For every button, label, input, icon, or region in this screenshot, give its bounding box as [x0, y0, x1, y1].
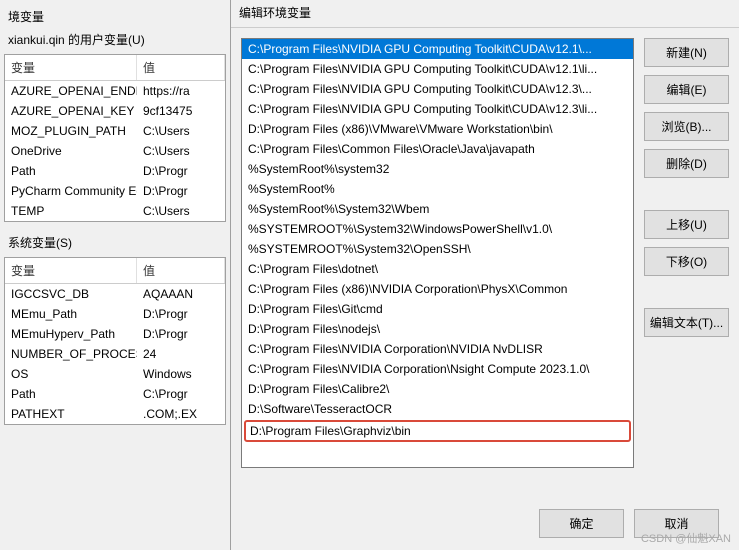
var-name: Path [5, 161, 137, 181]
watermark-text: CSDN @仙魁XAN [641, 530, 731, 546]
sys-vars-table[interactable]: 变量 值 IGCCSVC_DBAQAAANMEmu_PathD:\ProgrME… [4, 257, 226, 425]
header-variable: 变量 [5, 55, 137, 80]
path-entry[interactable]: D:\Software\TesseractOCR [242, 399, 633, 419]
var-value: .COM;.EX [137, 404, 225, 424]
path-entry[interactable]: C:\Program Files\NVIDIA GPU Computing To… [242, 99, 633, 119]
header-value: 值 [137, 55, 225, 80]
var-value: Windows [137, 364, 225, 384]
path-entry[interactable]: %SYSTEMROOT%\System32\OpenSSH\ [242, 239, 633, 259]
header-value: 值 [137, 258, 225, 283]
var-name: PATHEXT [5, 404, 137, 424]
edit-dialog-title: 编辑环境变量 [231, 4, 739, 28]
var-name: MEmuHyperv_Path [5, 324, 137, 344]
var-value: D:\Progr [137, 181, 225, 201]
path-entry[interactable]: D:\Program Files\Git\cmd [242, 299, 633, 319]
header-variable: 变量 [5, 258, 137, 283]
var-value: 9cf13475 [137, 101, 225, 121]
var-name: AZURE_OPENAI_ENDPOINT [5, 81, 137, 101]
path-entry[interactable]: %SystemRoot%\System32\Wbem [242, 199, 633, 219]
path-entry[interactable]: C:\Program Files\NVIDIA GPU Computing To… [242, 39, 633, 59]
move-up-button[interactable]: 上移(U) [644, 210, 729, 239]
table-row[interactable]: IGCCSVC_DBAQAAAN [5, 284, 225, 304]
var-name: AZURE_OPENAI_KEY [5, 101, 137, 121]
path-entry[interactable]: D:\Program Files\nodejs\ [242, 319, 633, 339]
table-row[interactable]: MEmu_PathD:\Progr [5, 304, 225, 324]
var-name: IGCCSVC_DB [5, 284, 137, 304]
path-entry[interactable]: %SystemRoot% [242, 179, 633, 199]
table-row[interactable]: TEMPC:\Users [5, 201, 225, 221]
env-vars-background-panel: 境变量 xiankui.qin 的用户变量(U) 变量 值 AZURE_OPEN… [0, 0, 230, 550]
path-entry[interactable]: C:\Program Files\Common Files\Oracle\Jav… [242, 139, 633, 159]
var-name: TEMP [5, 201, 137, 221]
path-entries-list[interactable]: C:\Program Files\NVIDIA GPU Computing To… [241, 38, 634, 468]
table-row[interactable]: OSWindows [5, 364, 225, 384]
move-down-button[interactable]: 下移(O) [644, 247, 729, 276]
path-entry[interactable]: C:\Program Files (x86)\NVIDIA Corporatio… [242, 279, 633, 299]
var-name: PyCharm Community Editi... [5, 181, 137, 201]
path-entry[interactable]: C:\Program Files\NVIDIA GPU Computing To… [242, 79, 633, 99]
ok-button[interactable]: 确定 [539, 509, 624, 538]
path-entry[interactable]: C:\Program Files\dotnet\ [242, 259, 633, 279]
dialog-title-fragment: 境变量 [8, 8, 226, 25]
edit-button[interactable]: 编辑(E) [644, 75, 729, 104]
edit-text-button[interactable]: 编辑文本(T)... [644, 308, 729, 337]
path-entry[interactable]: C:\Program Files\NVIDIA GPU Computing To… [242, 59, 633, 79]
table-header: 变量 值 [5, 258, 225, 284]
table-row[interactable]: PathC:\Progr [5, 384, 225, 404]
var-value: D:\Progr [137, 304, 225, 324]
user-vars-table[interactable]: 变量 值 AZURE_OPENAI_ENDPOINThttps://raAZUR… [4, 54, 226, 222]
table-row[interactable]: MOZ_PLUGIN_PATHC:\Users [5, 121, 225, 141]
table-row[interactable]: NUMBER_OF_PROCESSORS24 [5, 344, 225, 364]
user-vars-label: xiankui.qin 的用户变量(U) [8, 31, 226, 48]
table-row[interactable]: PathD:\Progr [5, 161, 225, 181]
path-entry[interactable]: %SYSTEMROOT%\System32\WindowsPowerShell\… [242, 219, 633, 239]
var-name: OS [5, 364, 137, 384]
button-column: 新建(N) 编辑(E) 浏览(B)... 删除(D) 上移(U) 下移(O) 编… [644, 38, 729, 468]
table-row[interactable]: PATHEXT.COM;.EX [5, 404, 225, 424]
var-value: C:\Users [137, 121, 225, 141]
new-button[interactable]: 新建(N) [644, 38, 729, 67]
sys-vars-label: 系统变量(S) [8, 234, 226, 251]
path-entry[interactable]: C:\Program Files\NVIDIA Corporation\Nsig… [242, 359, 633, 379]
var-value: C:\Users [137, 141, 225, 161]
var-value: https://ra [137, 81, 225, 101]
table-row[interactable]: PyCharm Community Editi...D:\Progr [5, 181, 225, 201]
var-name: OneDrive [5, 141, 137, 161]
table-header: 变量 值 [5, 55, 225, 81]
var-value: C:\Progr [137, 384, 225, 404]
var-name: NUMBER_OF_PROCESSORS [5, 344, 137, 364]
path-entry[interactable]: D:\Program Files\Calibre2\ [242, 379, 633, 399]
var-name: MEmu_Path [5, 304, 137, 324]
delete-button[interactable]: 删除(D) [644, 149, 729, 178]
var-name: MOZ_PLUGIN_PATH [5, 121, 137, 141]
path-entry[interactable]: %SystemRoot%\system32 [242, 159, 633, 179]
path-entry[interactable]: C:\Program Files\NVIDIA Corporation\NVID… [242, 339, 633, 359]
highlighted-path-entry[interactable]: D:\Program Files\Graphviz\bin [244, 420, 631, 442]
var-value: D:\Progr [137, 324, 225, 344]
table-row[interactable]: AZURE_OPENAI_KEY9cf13475 [5, 101, 225, 121]
browse-button[interactable]: 浏览(B)... [644, 112, 729, 141]
var-value: C:\Users [137, 201, 225, 221]
table-row[interactable]: AZURE_OPENAI_ENDPOINThttps://ra [5, 81, 225, 101]
var-value: D:\Progr [137, 161, 225, 181]
table-row[interactable]: MEmuHyperv_PathD:\Progr [5, 324, 225, 344]
edit-env-variable-dialog: 编辑环境变量 C:\Program Files\NVIDIA GPU Compu… [230, 0, 739, 550]
var-value: 24 [137, 344, 225, 364]
table-row[interactable]: OneDriveC:\Users [5, 141, 225, 161]
var-value: AQAAAN [137, 284, 225, 304]
var-name: Path [5, 384, 137, 404]
path-entry[interactable]: D:\Program Files (x86)\VMware\VMware Wor… [242, 119, 633, 139]
